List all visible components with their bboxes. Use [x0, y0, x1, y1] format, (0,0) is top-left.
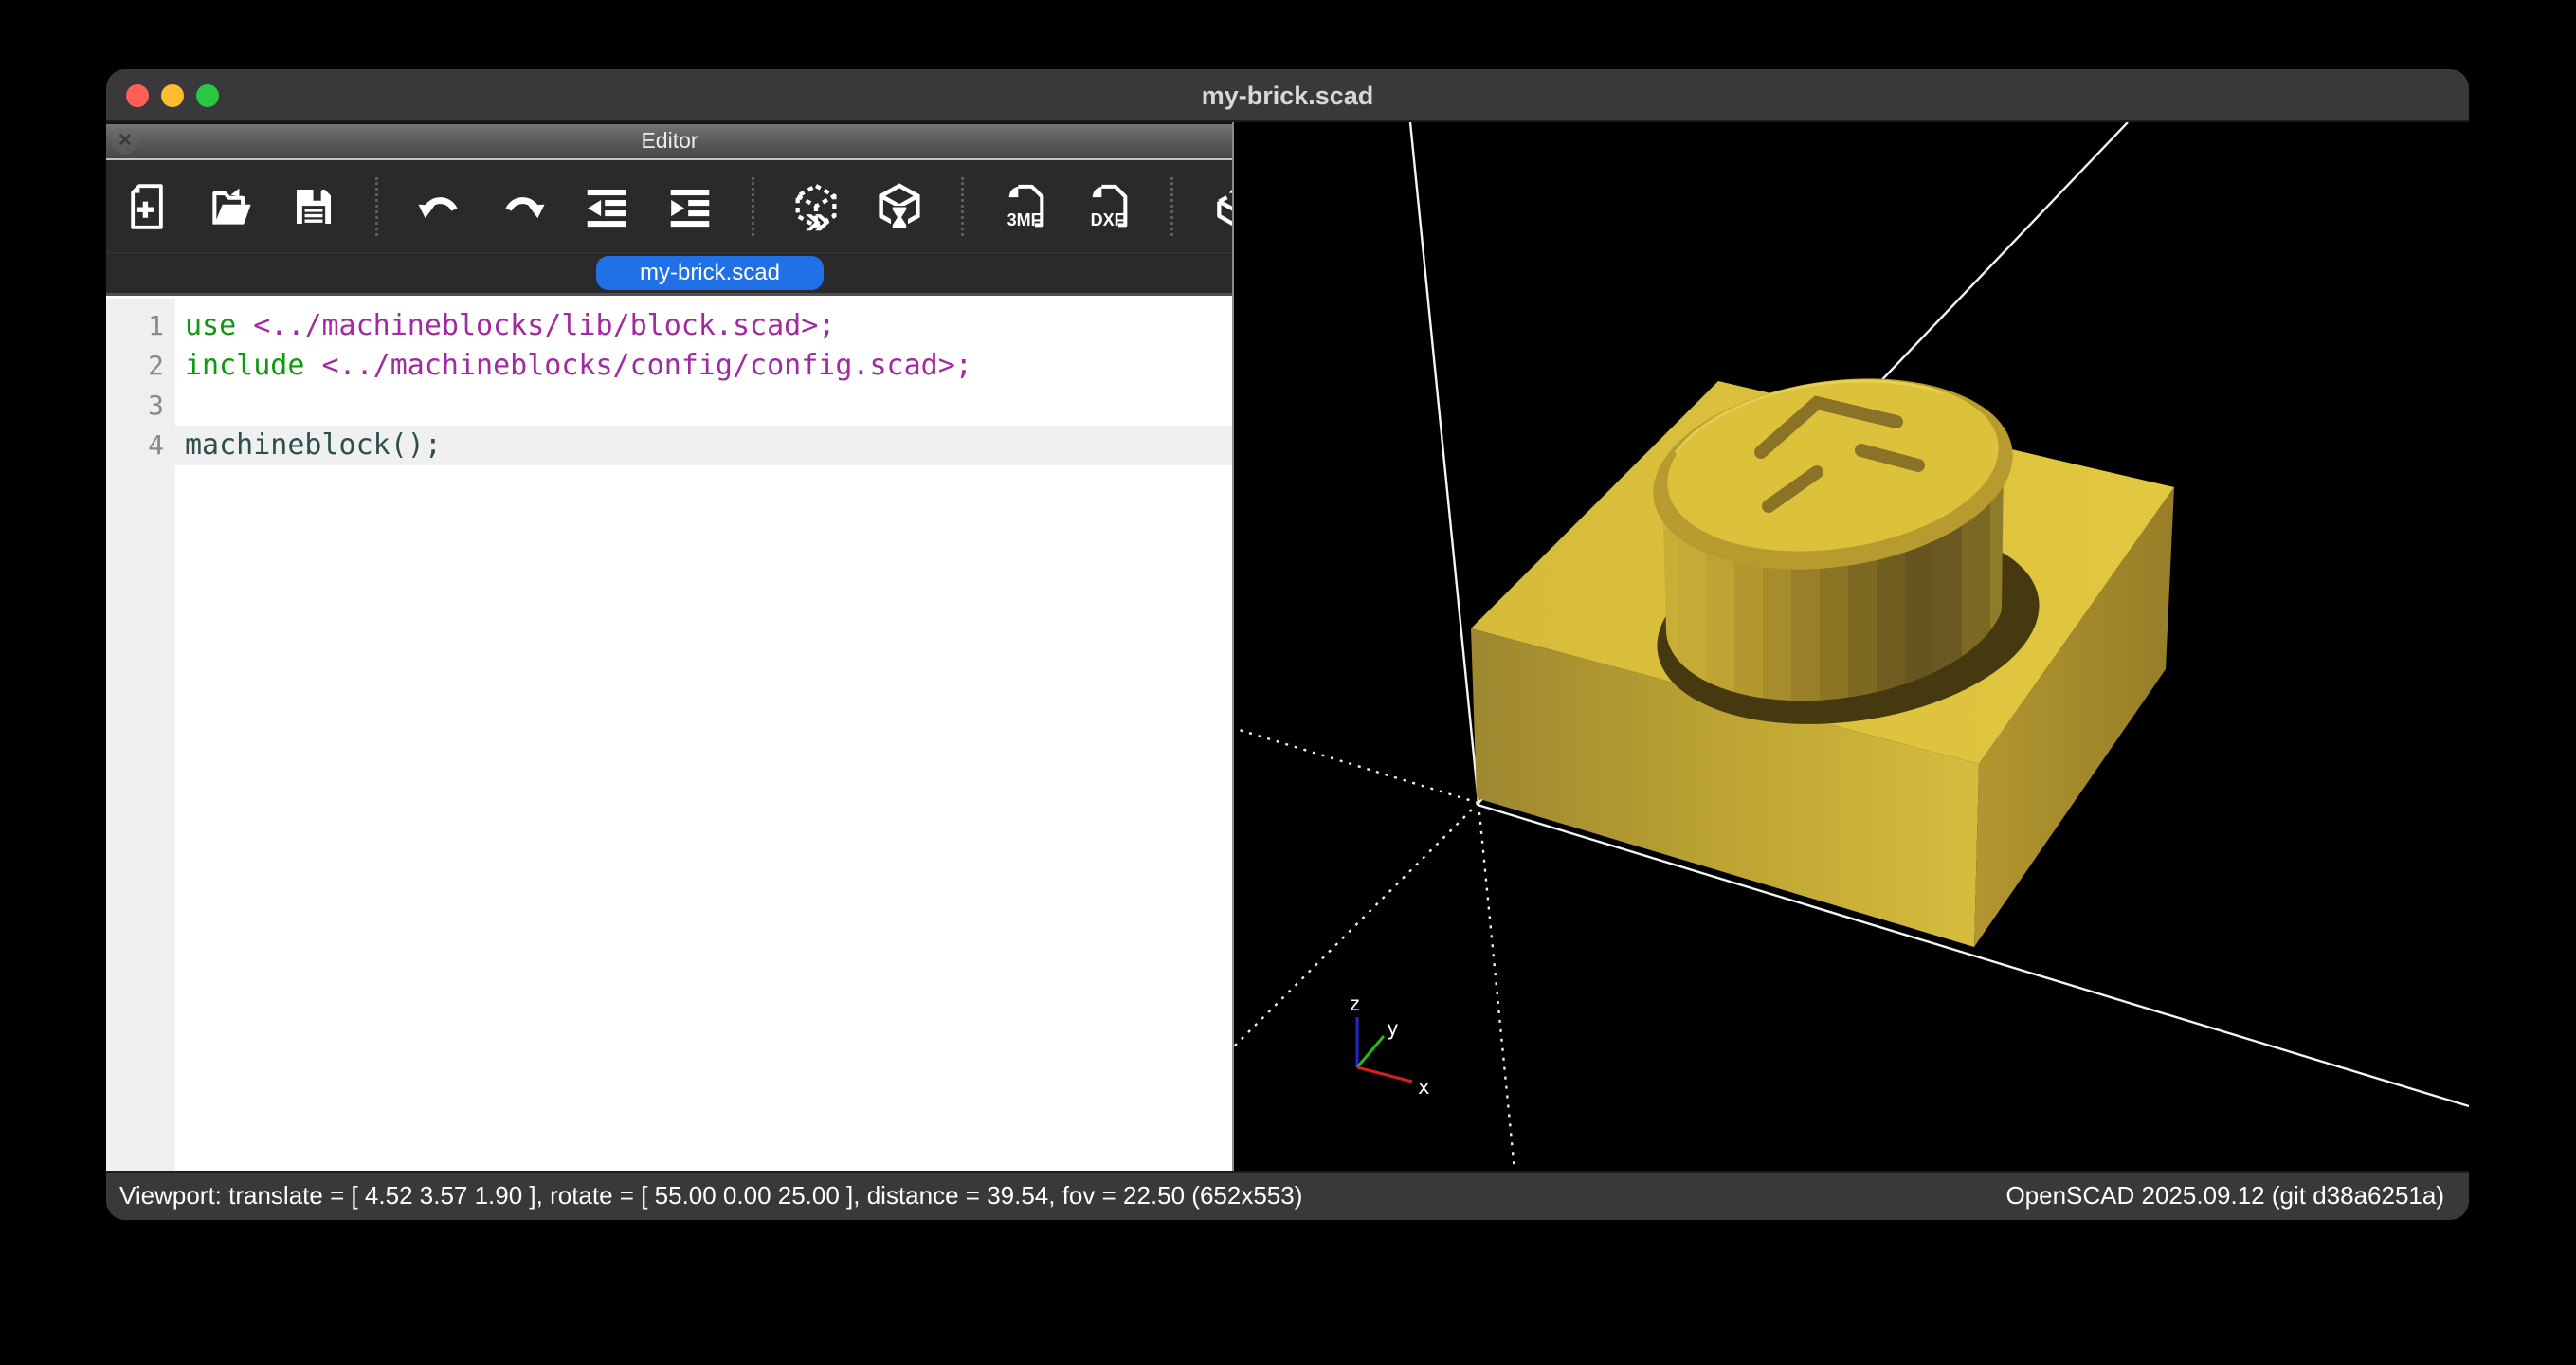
indent-icon — [664, 181, 716, 232]
svg-text:3MF: 3MF — [1007, 209, 1042, 228]
code-token: use — [185, 309, 253, 342]
preview-button[interactable] — [790, 181, 842, 232]
open-file-icon — [205, 181, 256, 232]
gutter-line-number: 4 — [106, 426, 175, 465]
new-file-button[interactable] — [121, 181, 172, 232]
preview-icon — [790, 181, 842, 232]
save-file-button[interactable] — [288, 181, 339, 232]
indent-button[interactable] — [664, 181, 716, 232]
open-file-button[interactable] — [205, 181, 256, 232]
app-window: my-brick.scad ✕ Editor 3MF — [106, 69, 2469, 1220]
gutter-line-number: 1 — [106, 306, 175, 346]
code-editor[interactable]: 1234 use <../machineblocks/lib/block.sca… — [106, 293, 1233, 1171]
code-line[interactable]: machineblock(); — [175, 426, 1233, 465]
toolbar-separator — [1170, 177, 1173, 236]
editor-panel-title: Editor — [641, 128, 698, 153]
export-3mf-button[interactable]: 3MF — [1000, 181, 1051, 232]
axis-label-x: x — [1418, 1076, 1430, 1099]
export-3mf-icon: 3MF — [1000, 181, 1051, 232]
tab-bar: my-brick.scad — [106, 252, 1233, 292]
editor-toolbar: 3MF DXF — [106, 160, 1233, 252]
version-text: OpenSCAD 2025.09.12 (git d38a6251a) — [2005, 1173, 2444, 1218]
code-line[interactable]: include <../machineblocks/config/config.… — [175, 346, 1233, 386]
3d-viewport[interactable]: z y x — [1233, 122, 2469, 1171]
code-token: <../machineblocks/config/config.scad>; — [322, 349, 972, 382]
export-dxf-icon: DXF — [1083, 181, 1134, 232]
code-token: machineblock(); — [185, 428, 442, 462]
export-dxf-button[interactable]: DXF — [1083, 181, 1134, 232]
viewport-status-text: Viewport: translate = [ 4.52 3.57 1.90 ]… — [119, 1173, 1302, 1218]
redo-button[interactable] — [498, 181, 549, 232]
unindent-icon — [581, 181, 632, 232]
status-bar: Viewport: translate = [ 4.52 3.57 1.90 ]… — [106, 1171, 2469, 1220]
toolbar-separator — [752, 177, 754, 236]
title-bar[interactable]: my-brick.scad — [106, 69, 2469, 122]
code-text-area[interactable]: use <../machineblocks/lib/block.scad>;in… — [175, 299, 1233, 1171]
toolbar-separator — [961, 177, 964, 236]
save-file-icon — [288, 181, 339, 232]
code-token: <../machineblocks/lib/block.scad>; — [253, 309, 835, 342]
svg-text:DXF: DXF — [1091, 209, 1125, 228]
undo-icon — [414, 181, 465, 232]
render-icon — [874, 181, 925, 232]
axis-label-y: y — [1387, 1017, 1399, 1040]
code-token: include — [185, 349, 322, 382]
window-title: my-brick.scad — [106, 69, 2469, 122]
tab-my-brick-scad[interactable]: my-brick.scad — [596, 256, 824, 290]
undo-button[interactable] — [414, 181, 465, 232]
panel-close-icon[interactable]: ✕ — [112, 128, 138, 155]
axis-label-z: z — [1349, 992, 1361, 1015]
toolbar-separator — [375, 177, 378, 236]
new-file-icon — [121, 181, 172, 232]
gutter-line-number: 2 — [106, 346, 175, 386]
redo-icon — [498, 181, 549, 232]
code-line[interactable]: use <../machineblocks/lib/block.scad>; — [175, 306, 1233, 346]
editor-panel: ✕ Editor 3MF — [106, 122, 1233, 1171]
gutter-line-number: 3 — [106, 386, 175, 426]
editor-panel-header: ✕ Editor — [106, 122, 1233, 160]
render-button[interactable] — [874, 181, 925, 232]
line-number-gutter: 1234 — [106, 299, 175, 1171]
unindent-button[interactable] — [581, 181, 632, 232]
code-line[interactable] — [175, 386, 1233, 426]
panel-splitter[interactable] — [1232, 122, 1234, 1171]
